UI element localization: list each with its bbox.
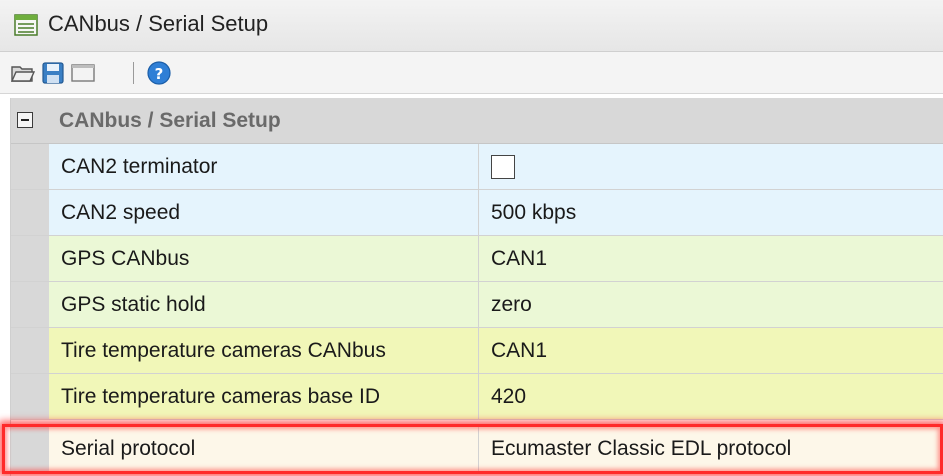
property-row-tire-temp-base-id[interactable]: Tire temperature cameras base ID 420 bbox=[11, 374, 943, 420]
property-name: GPS static hold bbox=[49, 282, 479, 327]
property-value[interactable]: CAN1 bbox=[479, 328, 943, 373]
group-header[interactable]: CANbus / Serial Setup bbox=[11, 98, 943, 144]
window-title: CANbus / Serial Setup bbox=[48, 11, 269, 36]
open-folder-icon[interactable] bbox=[10, 60, 36, 86]
row-gutter bbox=[11, 426, 49, 471]
window-icon[interactable] bbox=[70, 60, 96, 86]
window-titlebar: CANbus / Serial Setup bbox=[0, 0, 943, 52]
property-row-can2-terminator[interactable]: CAN2 terminator bbox=[11, 144, 943, 190]
property-row-tire-temp-canbus[interactable]: Tire temperature cameras CANbus CAN1 bbox=[11, 328, 943, 374]
property-row-serial-protocol[interactable]: Serial protocol Ecumaster Classic EDL pr… bbox=[11, 426, 943, 472]
property-value[interactable]: Ecumaster Classic EDL protocol bbox=[479, 426, 943, 471]
property-value[interactable]: 500 kbps bbox=[479, 190, 943, 235]
row-gutter bbox=[11, 328, 49, 373]
property-name: Tire temperature cameras base ID bbox=[49, 374, 479, 419]
help-icon[interactable]: ? bbox=[146, 60, 172, 86]
toolbar-separator bbox=[133, 62, 134, 84]
property-row-gps-static-hold[interactable]: GPS static hold zero bbox=[11, 282, 943, 328]
property-value[interactable]: 420 bbox=[479, 374, 943, 419]
row-gutter bbox=[11, 282, 49, 327]
property-value[interactable]: zero bbox=[479, 282, 943, 327]
property-grid: CANbus / Serial Setup CAN2 terminator CA… bbox=[10, 98, 943, 476]
property-name: CAN2 terminator bbox=[49, 144, 479, 189]
group-title: CANbus / Serial Setup bbox=[59, 109, 281, 132]
row-gutter bbox=[11, 190, 49, 235]
can2-terminator-checkbox[interactable] bbox=[491, 155, 515, 179]
table-window-icon bbox=[14, 14, 38, 36]
save-icon[interactable] bbox=[40, 60, 66, 86]
property-row-gps-canbus[interactable]: GPS CANbus CAN1 bbox=[11, 236, 943, 282]
property-row-can2-speed[interactable]: CAN2 speed 500 kbps bbox=[11, 190, 943, 236]
property-name: Tire temperature cameras CANbus bbox=[49, 328, 479, 373]
property-name: CAN2 speed bbox=[49, 190, 479, 235]
row-gutter bbox=[11, 236, 49, 281]
toolbar: ? bbox=[0, 52, 943, 94]
row-gutter bbox=[11, 374, 49, 419]
property-name: GPS CANbus bbox=[49, 236, 479, 281]
property-value-checkbox-cell bbox=[479, 144, 943, 189]
svg-text:?: ? bbox=[155, 65, 164, 83]
row-gutter bbox=[11, 144, 49, 189]
property-value[interactable]: CAN1 bbox=[479, 236, 943, 281]
collapse-icon[interactable] bbox=[17, 112, 33, 128]
property-name: Serial protocol bbox=[49, 426, 479, 471]
